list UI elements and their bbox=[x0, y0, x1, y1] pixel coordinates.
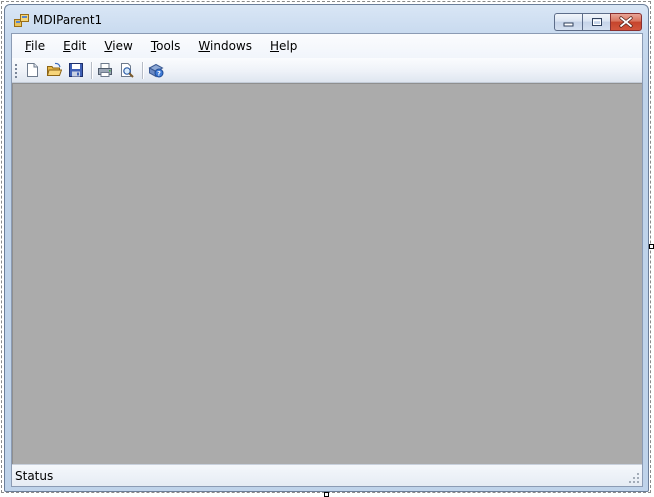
menu-bar: File Edit View Tools Windows Help bbox=[12, 34, 642, 58]
status-strip: Status bbox=[12, 464, 642, 486]
app-icon bbox=[14, 14, 29, 27]
caption-buttons bbox=[554, 13, 642, 31]
toolbar-separator bbox=[142, 62, 144, 79]
size-grip-icon[interactable] bbox=[628, 472, 640, 484]
mdi-client-area[interactable] bbox=[12, 83, 642, 464]
tool-strip: ? bbox=[12, 58, 642, 83]
menu-view[interactable]: View bbox=[95, 34, 141, 58]
help-icon[interactable]: ? bbox=[148, 62, 164, 78]
menu-tools[interactable]: Tools bbox=[142, 34, 190, 58]
menu-windows[interactable]: Windows bbox=[189, 34, 261, 58]
title-bar[interactable]: MDIParent1 bbox=[5, 5, 648, 33]
svg-text:?: ? bbox=[157, 70, 161, 78]
new-file-icon[interactable] bbox=[24, 62, 40, 78]
window-title: MDIParent1 bbox=[33, 13, 103, 27]
open-folder-icon[interactable] bbox=[46, 62, 62, 78]
menu-help[interactable]: Help bbox=[261, 34, 306, 58]
print-preview-icon[interactable] bbox=[119, 62, 135, 78]
status-label: Status bbox=[15, 469, 54, 483]
minimize-icon bbox=[563, 22, 574, 27]
minimize-button[interactable] bbox=[554, 13, 582, 31]
close-icon bbox=[619, 16, 633, 28]
client-area: File Edit View Tools Windows Help ? Stat… bbox=[11, 33, 643, 487]
print-icon[interactable] bbox=[97, 62, 113, 78]
maximize-button[interactable] bbox=[582, 13, 610, 31]
designer-canvas: MDIParent1 File Edit View Tools Windows … bbox=[0, 0, 654, 497]
save-icon[interactable] bbox=[68, 62, 84, 78]
resize-grip-bottom[interactable] bbox=[324, 492, 329, 497]
resize-grip-right[interactable] bbox=[649, 244, 654, 249]
toolbar-separator bbox=[91, 62, 93, 79]
mdi-parent-window: MDIParent1 File Edit View Tools Windows … bbox=[4, 4, 649, 492]
menu-edit[interactable]: Edit bbox=[54, 34, 95, 58]
toolbar-grip[interactable] bbox=[15, 63, 18, 78]
menu-file[interactable]: File bbox=[12, 34, 54, 58]
maximize-icon bbox=[592, 18, 602, 26]
close-button[interactable] bbox=[610, 13, 642, 31]
